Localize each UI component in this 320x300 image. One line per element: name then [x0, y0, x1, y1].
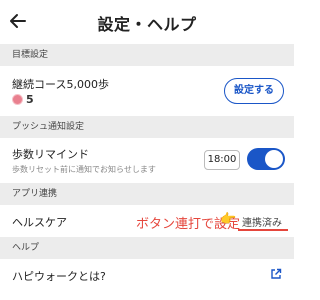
reminder-toggle[interactable] — [247, 148, 285, 170]
link-status-button[interactable]: 連携済み — [242, 214, 282, 229]
pointing-hand-icon: 👉 — [220, 212, 237, 227]
toggle-knob — [265, 150, 283, 168]
page-title: 設定・ヘルプ — [97, 15, 197, 34]
healthcare-label: ヘルスケア — [12, 216, 67, 229]
reminder-time-field[interactable]: 18:00 — [204, 150, 240, 170]
course-label: 継続コース5,000歩 — [12, 78, 109, 91]
medal-icon — [12, 94, 23, 105]
annotation-underline — [238, 229, 288, 231]
section-heading-goal: 目標設定 — [0, 44, 294, 66]
header: 設定・ヘルプ — [0, 0, 294, 42]
reminder-sub: 歩数リセット前に通知でお知らせします — [12, 165, 156, 174]
external-link-icon[interactable] — [270, 268, 282, 280]
set-goal-button[interactable]: 設定する — [224, 78, 284, 104]
section-heading-app: アプリ連携 — [0, 183, 294, 205]
reminder-label: 歩数リマインド — [12, 148, 89, 161]
help-item-label[interactable]: ハピウォークとは? — [12, 268, 106, 284]
section-heading-push: プッシュ通知設定 — [0, 116, 294, 138]
medal-count: 5 — [26, 93, 34, 106]
section-heading-help: ヘルプ — [0, 237, 294, 259]
